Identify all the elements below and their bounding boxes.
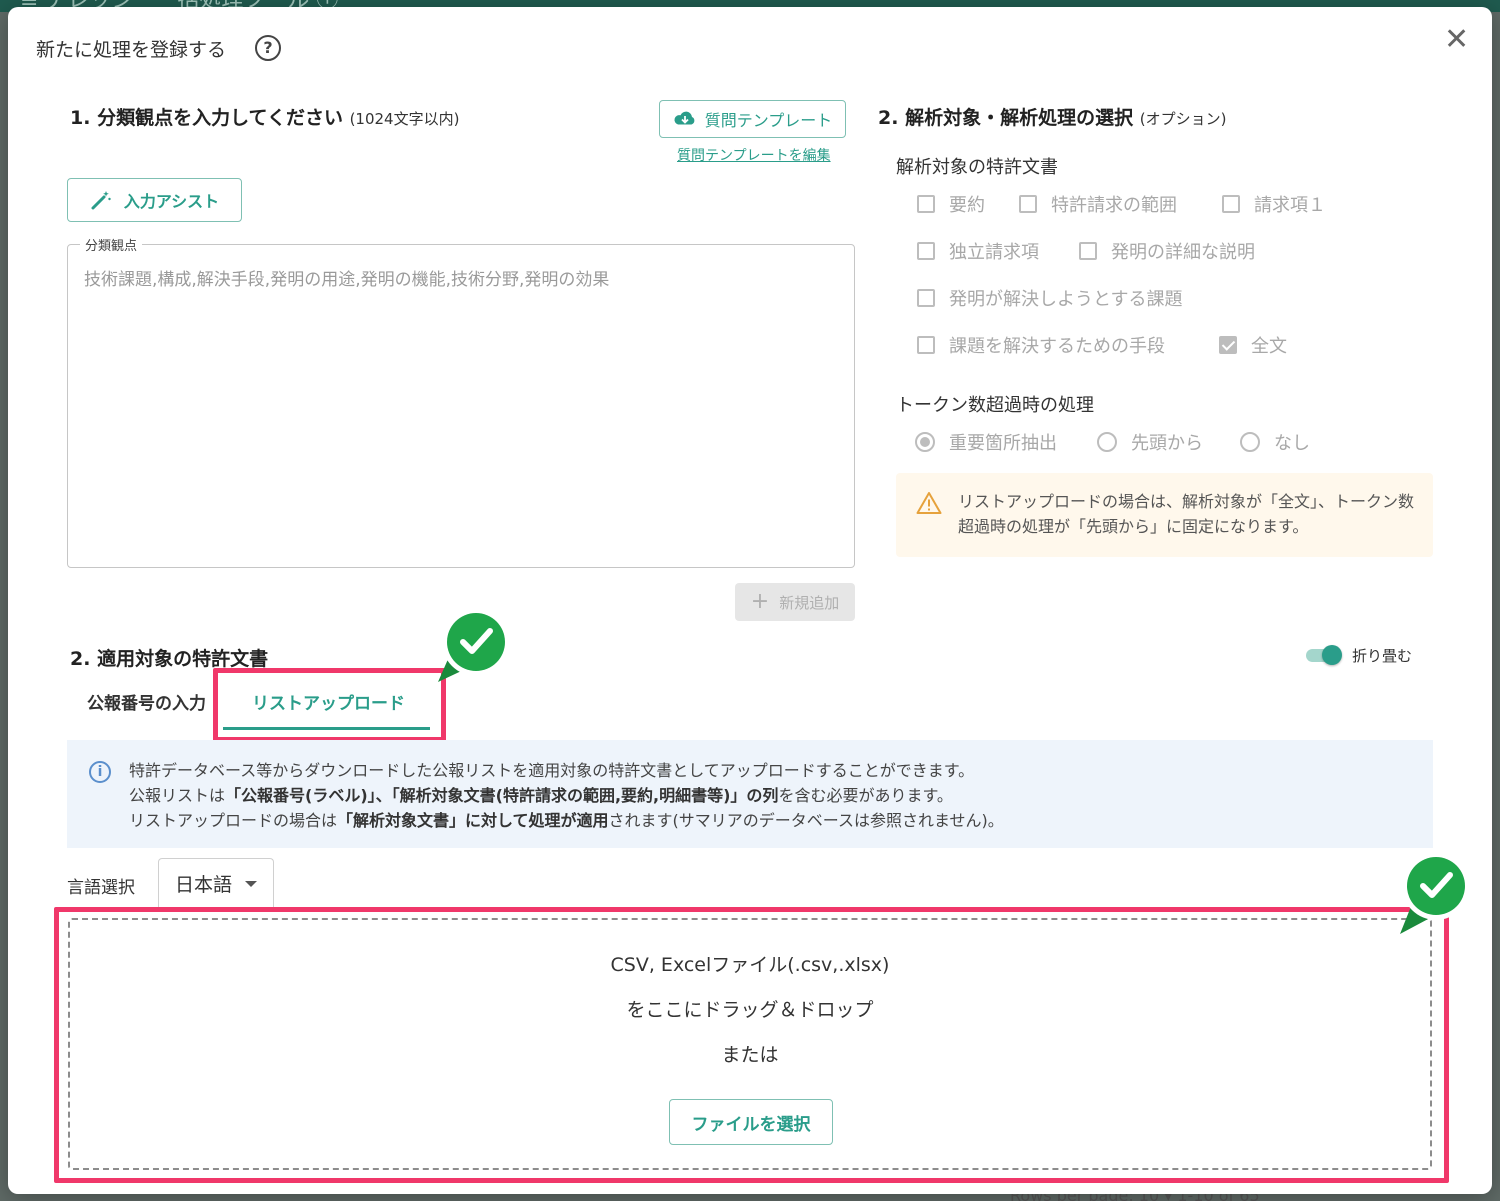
warning-alert: リストアップロードの場合は、解析対象が「全文」、トークン数超過時の処理が「先頭か…	[896, 473, 1433, 557]
checkbox-problem[interactable]: 発明が解決しようとする課題	[917, 285, 1182, 311]
checkbox-full-text[interactable]: 全文	[1219, 332, 1287, 358]
radio-from-start[interactable]: 先頭から	[1097, 429, 1203, 455]
radio-label: 重要箇所抽出	[949, 433, 1057, 454]
magic-wand-icon	[91, 191, 111, 210]
checkbox-box	[1222, 195, 1240, 213]
checkbox-label: 発明の詳細な説明	[1111, 242, 1255, 263]
section1-note: (1024文字以内)	[349, 110, 460, 128]
input-assist-button[interactable]: 入力アシスト	[67, 178, 242, 222]
warning-icon	[916, 492, 942, 514]
upload-info-text: 特許データベース等からダウンロードした公報リストを適用対象の特許文書としてアップ…	[129, 758, 1004, 833]
radio-circle-selected	[915, 432, 935, 452]
info-line-3c: されます(サマリアのデータベースは参照されません)。	[608, 811, 1004, 830]
checkbox-box	[917, 195, 935, 213]
checkbox-means[interactable]: 課題を解決するための手段	[917, 332, 1165, 358]
checkbox-box	[1019, 195, 1037, 213]
radio-none[interactable]: なし	[1240, 429, 1310, 455]
info-line-2c: を含む必要があります。	[778, 786, 953, 805]
radio-label: なし	[1274, 433, 1310, 454]
language-select[interactable]: 日本語	[158, 858, 274, 908]
collapse-toggle[interactable]	[1306, 645, 1342, 665]
question-template-label: 質問テンプレート	[704, 111, 833, 130]
checkbox-label: 全文	[1251, 336, 1287, 357]
register-process-dialog: 新たに処理を登録する ? ✕ 1. 分類観点を入力してください (1024文字以…	[8, 7, 1492, 1194]
caret-down-icon	[245, 881, 257, 887]
radio-circle	[1240, 432, 1260, 452]
dropzone-file-types: CSV, Excelファイル(.csv,.xlsx)	[610, 954, 890, 976]
checkbox-box	[917, 289, 935, 307]
edit-template-link[interactable]: 質問テンプレートを編集	[677, 145, 831, 165]
language-value: 日本語	[175, 874, 233, 896]
checkbox-box	[917, 336, 935, 354]
add-new-label: 新規追加	[779, 593, 840, 612]
checkbox-label: 特許請求の範囲	[1051, 195, 1177, 216]
radio-label: 先頭から	[1131, 433, 1203, 454]
info-icon: i	[89, 761, 111, 783]
checkbox-label: 要約	[949, 195, 985, 216]
tab-publication-number[interactable]: 公報番号の入力	[87, 689, 206, 714]
dropzone-drag-text: をここにドラッグ＆ドロップ	[626, 999, 874, 1021]
checkbox-label: 課題を解決するための手段	[949, 336, 1165, 357]
checkbox-box-checked	[1219, 336, 1237, 354]
target-docs-number: 2.	[70, 648, 91, 670]
checkbox-label: 請求項１	[1254, 195, 1326, 216]
info-line-3a: リストアップロードの場合は	[129, 811, 338, 830]
section1-title-text: 分類観点を入力してください	[97, 107, 343, 129]
checkbox-label: 発明が解決しようとする課題	[949, 289, 1183, 310]
analysis-section-number: 2.	[878, 107, 899, 129]
checkbox-box	[1079, 242, 1097, 260]
radio-key-extraction[interactable]: 重要箇所抽出	[915, 429, 1057, 455]
info-line-2b: 「公報番号(ラベル)」、「解析対象文書(特許請求の範囲,要約,明細書等)」の列	[225, 786, 779, 805]
target-docs-section-title: 2. 適用対象の特許文書	[70, 644, 268, 671]
analysis-targets-label: 解析対象の特許文書	[896, 157, 1058, 178]
tab-highlight-frame	[213, 668, 446, 742]
checkbox-claim1[interactable]: 請求項１	[1222, 191, 1326, 217]
upload-info-alert: i 特許データベース等からダウンロードした公報リストを適用対象の特許文書としてア…	[67, 740, 1433, 848]
checkbox-box	[917, 242, 935, 260]
choose-file-button[interactable]: ファイルを選択	[669, 1099, 833, 1145]
section1-number: 1.	[70, 107, 91, 129]
dropzone-or-text: または	[721, 1044, 779, 1066]
info-line-2: 公報リストは「公報番号(ラベル)」、「解析対象文書(特許請求の範囲,要約,明細書…	[129, 783, 1004, 808]
file-drop-zone[interactable]: CSV, Excelファイル(.csv,.xlsx) をここにドラッグ＆ドロップ…	[68, 918, 1432, 1170]
checkbox-abstract[interactable]: 要約	[917, 191, 985, 217]
add-new-button[interactable]: + 新規追加	[735, 583, 855, 621]
target-docs-title-text: 適用対象の特許文書	[97, 648, 269, 670]
language-label: 言語選択	[67, 878, 135, 898]
info-line-3: リストアップロードの場合は「解析対象文書」に対して処理が適用されます(サマリアの…	[129, 808, 1004, 833]
token-overflow-label: トークン数超過時の処理	[896, 395, 1094, 416]
question-circle-icon[interactable]: ?	[255, 35, 281, 61]
analysis-section-title-text: 解析対象・解析処理の選択	[905, 107, 1134, 129]
cloud-download-icon	[674, 111, 695, 125]
analysis-section-note: (オプション)	[1139, 110, 1227, 128]
toggle-thumb	[1322, 645, 1342, 665]
classification-placeholder: 技術課題,構成,解決手段,発明の用途,発明の機能,技術分野,発明の効果	[84, 270, 610, 290]
input-assist-label: 入力アシスト	[123, 192, 220, 211]
check-badge-icon	[438, 608, 510, 682]
checkbox-detailed-description[interactable]: 発明の詳細な説明	[1079, 238, 1255, 264]
checkbox-claims[interactable]: 特許請求の範囲	[1019, 191, 1177, 217]
dialog-title: 新たに処理を登録する	[36, 39, 227, 61]
radio-circle	[1097, 432, 1117, 452]
question-template-button[interactable]: 質問テンプレート	[659, 100, 846, 138]
info-line-3b: 「解析対象文書」に対して処理が適用	[337, 811, 609, 830]
classification-field-label: 分類観点	[85, 239, 138, 254]
warning-text: リストアップロードの場合は、解析対象が「全文」、トークン数超過時の処理が「先頭か…	[958, 492, 1415, 536]
collapse-toggle-label: 折り畳む	[1352, 647, 1413, 665]
analysis-section-title: 2. 解析対象・解析処理の選択 (オプション)	[878, 103, 1226, 130]
check-badge-icon	[1400, 852, 1470, 934]
checkbox-independent-claims[interactable]: 独立請求項	[917, 238, 1039, 264]
close-icon[interactable]: ✕	[1444, 25, 1469, 55]
info-line-2a: 公報リストは	[129, 786, 226, 805]
checkbox-label: 独立請求項	[949, 242, 1039, 263]
info-line-1: 特許データベース等からダウンロードした公報リストを適用対象の特許文書としてアップ…	[129, 761, 975, 780]
section1-title: 1. 分類観点を入力してください (1024文字以内)	[70, 103, 459, 130]
plus-icon: +	[750, 589, 770, 614]
